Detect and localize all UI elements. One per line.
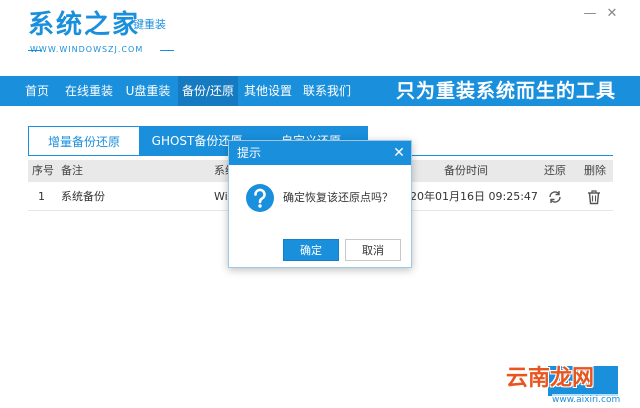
row-note: 系统备份	[61, 190, 105, 203]
dialog-title: 提示	[237, 146, 262, 160]
confirm-dialog: 提示 ✕ 确定恢复该还原点吗？ 确定 取消	[228, 140, 412, 268]
main-nav: 首页 在线重装 U盘重装 备份/还原 其他设置 联系我们 只为重装系统而生的工具	[0, 76, 640, 106]
dialog-message: 确定恢复该还原点吗？	[283, 191, 393, 204]
column-time: 备份时间	[444, 164, 488, 177]
nav-item-backup-restore[interactable]: 备份/还原	[178, 76, 238, 106]
confirm-button[interactable]: 确定	[283, 239, 339, 261]
row-time: 20年01月16日 09:25:47	[410, 190, 538, 203]
watermark-url: www.aixiri.com	[552, 394, 621, 406]
dialog-header: 提示 ✕	[229, 141, 411, 165]
tab-incremental-backup[interactable]: 增量备份还原	[28, 126, 140, 156]
column-note: 备注	[61, 164, 83, 177]
nav-item-online-reinstall[interactable]: 在线重装	[60, 76, 118, 106]
nav-slogan: 只为重装系统而生的工具	[396, 80, 617, 102]
minimize-button[interactable]: —	[582, 6, 598, 22]
logo-url: WWW.WINDOWSZJ.COM	[30, 45, 144, 54]
trash-icon[interactable]	[585, 188, 603, 206]
watermark-text: 云南龙网	[506, 366, 595, 391]
dialog-close-button[interactable]: ✕	[389, 141, 409, 165]
nav-item-usb-reinstall[interactable]: U盘重装	[120, 76, 176, 106]
logo-divider-right	[160, 50, 174, 51]
cancel-button[interactable]: 取消	[345, 239, 401, 261]
nav-item-home[interactable]: 首页	[14, 76, 60, 106]
nav-item-contact-us[interactable]: 联系我们	[298, 76, 356, 106]
row-system: Wi	[214, 190, 228, 203]
close-button[interactable]: ✕	[604, 6, 620, 22]
restore-icon[interactable]	[546, 188, 564, 206]
column-restore: 还原	[544, 164, 566, 177]
app-header: 系统之家 一键重装 WWW.WINDOWSZJ.COM — ✕	[0, 0, 640, 76]
nav-item-other-settings[interactable]: 其他设置	[240, 76, 296, 106]
question-icon	[245, 183, 275, 213]
column-delete: 删除	[584, 164, 606, 177]
column-index: 序号	[32, 164, 54, 177]
logo-slogan: 一键重装	[122, 18, 166, 31]
row-index: 1	[38, 190, 45, 203]
